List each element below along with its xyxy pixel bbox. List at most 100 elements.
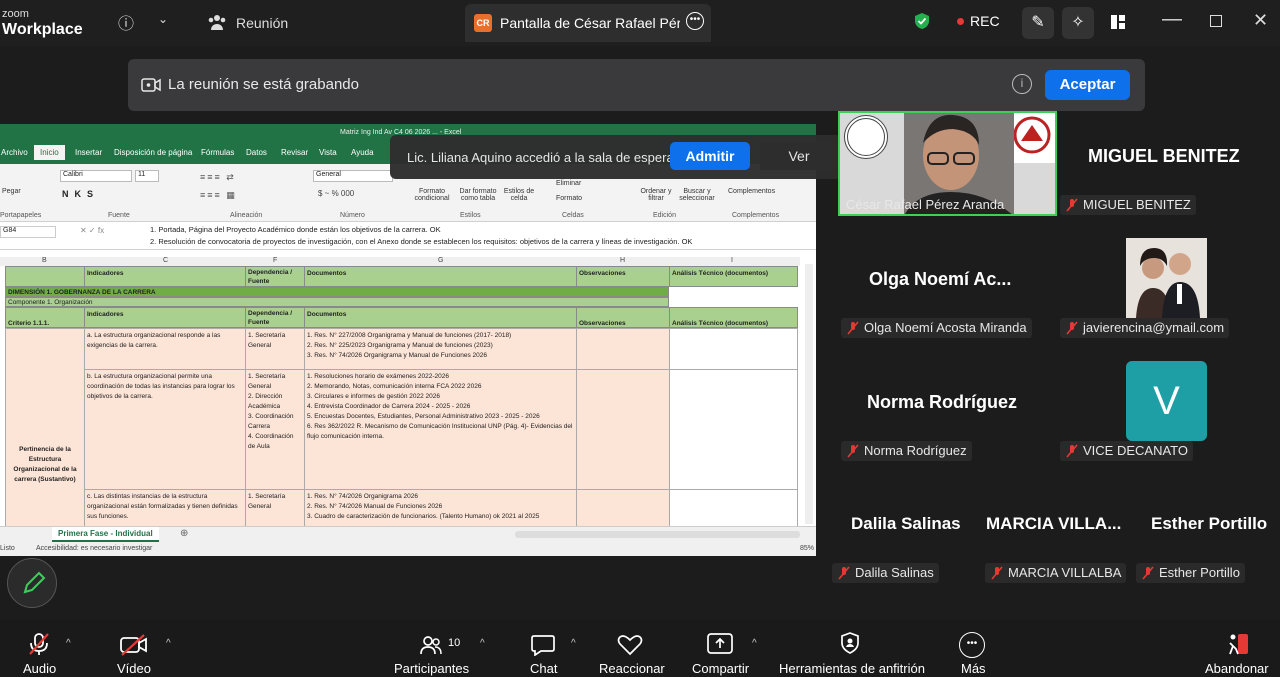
more-label[interactable]: Más — [961, 661, 986, 676]
header-analisis[interactable]: Análisis Técnico (documentos) — [669, 266, 798, 287]
col-i[interactable]: I — [731, 257, 733, 264]
number-icons[interactable]: $ ~ % 000 — [318, 189, 354, 198]
info-icon[interactable]: ⓘ — [118, 10, 134, 34]
dependencia-c[interactable]: 1. Secretaría General — [245, 489, 305, 529]
indicator-c[interactable]: c. Las distintas instancias de la estruc… — [84, 489, 246, 529]
menu-formulas[interactable]: Fórmulas — [201, 148, 234, 157]
participants-icon[interactable] — [420, 634, 442, 661]
menu-ayuda[interactable]: Ayuda — [351, 148, 374, 157]
mic-muted-icon[interactable] — [28, 632, 50, 661]
host-tools-label[interactable]: Herramientas de anfitrión — [779, 661, 925, 676]
font-style-icons[interactable]: NKS — [62, 189, 99, 199]
docs-b[interactable]: 1. Resoluciones horario de exámenes 2022… — [304, 369, 577, 490]
horizontal-scrollbar[interactable] — [515, 531, 800, 538]
docs-a[interactable]: 1. Res. N° 227/2008 Organigrama y Manual… — [304, 328, 577, 370]
chevron-up-icon[interactable]: ^ — [480, 638, 485, 649]
header2-indicadores[interactable]: Indicadores — [84, 307, 246, 328]
formula-line-1[interactable]: 1. Portada, Página del Proyecto Académic… — [150, 225, 441, 234]
cell-styles-button[interactable]: Estilos de celda — [502, 188, 536, 202]
col-f[interactable]: F — [273, 257, 277, 264]
more-icon[interactable]: ••• — [959, 632, 985, 658]
chevron-up-icon[interactable]: ^ — [66, 638, 71, 649]
align-icons[interactable]: ≡≡≡ ⇄ — [200, 172, 236, 183]
view-layout-icon[interactable] — [1110, 14, 1126, 35]
conditional-format-button[interactable]: Formato condicional — [412, 188, 452, 202]
tab-meeting[interactable]: Reunión — [236, 15, 288, 31]
participants-label[interactable]: Participantes — [394, 661, 469, 676]
indicator-b[interactable]: b. La estructura organizacional permite … — [84, 369, 246, 490]
col-b[interactable]: B — [42, 257, 47, 264]
componente-row[interactable]: Componente 1. Organización — [5, 297, 669, 307]
format-button[interactable]: Formato — [556, 195, 582, 202]
formula-line-2[interactable]: 2. Resolución de convocatoria de proyect… — [150, 237, 692, 246]
analisis-b[interactable] — [669, 369, 798, 490]
dependencia-b[interactable]: 1. Secretaría General 2. Dirección Acadé… — [245, 369, 305, 490]
annotate-icon[interactable]: ✎ — [1022, 7, 1054, 39]
header-indicadores[interactable]: Indicadores — [84, 266, 246, 287]
paste-button[interactable]: Pegar — [2, 188, 21, 195]
dependencia-a[interactable]: 1. Secretaría General — [245, 328, 305, 370]
fx-icon[interactable]: ✕ ✓ fx — [80, 226, 104, 235]
chat-label[interactable]: Chat — [530, 661, 557, 676]
name-box[interactable]: G84 — [0, 226, 56, 238]
shield-icon[interactable] — [914, 12, 930, 35]
col-g[interactable]: G — [438, 257, 443, 264]
share-label[interactable]: Compartir — [692, 661, 749, 676]
view-button[interactable]: Ver — [760, 142, 838, 170]
header2-analisis[interactable]: Análisis Técnico (documentos) — [669, 307, 798, 328]
admit-button[interactable]: Admitir — [670, 142, 750, 170]
zoom-level[interactable]: 85% — [800, 545, 814, 552]
restore-icon[interactable] — [1210, 15, 1222, 27]
sheet-tab[interactable]: Primera Fase - Individual — [52, 527, 159, 542]
align-icons-2[interactable]: ≡≡≡ ▦ — [200, 190, 237, 201]
header-documentos[interactable]: Documentos — [304, 266, 577, 287]
camera-off-icon[interactable] — [120, 634, 148, 661]
docs-c[interactable]: 1. Res. N° 74/2026 Organigrama 2026 2. R… — [304, 489, 577, 529]
vertical-scrollbar[interactable] — [805, 264, 813, 524]
leave-icon[interactable] — [1226, 632, 1250, 661]
annotation-pencil-button[interactable] — [7, 558, 57, 608]
indicator-a[interactable]: a. La estructura organizacional responde… — [84, 328, 246, 370]
share-screen-icon[interactable] — [707, 633, 733, 660]
more-options-icon[interactable]: ••• — [686, 12, 704, 30]
header2-dependencia[interactable]: Dependencia / Fuente — [245, 307, 305, 328]
dimension-row[interactable]: DIMENSIÓN 1. GOBERNANZA DE LA CARRERA — [5, 287, 669, 297]
obs-a[interactable] — [576, 328, 670, 370]
header2-observaciones[interactable]: Observaciones — [576, 307, 670, 328]
chat-icon[interactable] — [531, 634, 555, 661]
pertinencia-cell[interactable]: Pertinencia de la Estructura Organizacio… — [5, 328, 85, 528]
close-icon[interactable]: ✕ — [1253, 10, 1268, 31]
obs-b[interactable] — [576, 369, 670, 490]
number-format-select[interactable]: General — [313, 170, 393, 182]
addins-button[interactable]: Complementos — [728, 188, 775, 195]
menu-insertar[interactable]: Insertar — [75, 148, 102, 157]
menu-disposicion[interactable]: Disposición de página — [114, 148, 192, 157]
header-observaciones[interactable]: Observaciones — [576, 266, 670, 287]
host-shield-icon[interactable] — [840, 632, 860, 659]
font-name-select[interactable]: Calibri — [60, 170, 132, 182]
minimize-icon[interactable]: — — [1162, 8, 1182, 31]
accept-button[interactable]: Aceptar — [1045, 70, 1130, 100]
chevron-up-icon[interactable]: ^ — [166, 638, 171, 649]
heart-react-icon[interactable] — [617, 634, 643, 661]
delete-button[interactable]: Eliminar — [556, 180, 581, 187]
header-cell-blank[interactable] — [5, 266, 85, 287]
ai-companion-icon[interactable]: ✧ — [1062, 7, 1094, 39]
obs-c[interactable] — [576, 489, 670, 529]
chevron-up-icon[interactable]: ^ — [571, 638, 576, 649]
find-select-button[interactable]: Buscar y seleccionar — [674, 188, 720, 202]
analisis-a[interactable] — [669, 328, 798, 370]
menu-vista[interactable]: Vista — [319, 148, 337, 157]
video-label[interactable]: Vídeo — [117, 661, 151, 676]
font-size-select[interactable]: 11 — [135, 170, 159, 182]
analisis-c[interactable] — [669, 489, 798, 529]
chevron-up-icon[interactable]: ^ — [752, 638, 757, 649]
criterio-cell[interactable]: Criterio 1.1.1. — [5, 307, 85, 328]
menu-archivo[interactable]: Archivo — [1, 148, 28, 157]
rec-label[interactable]: REC — [970, 13, 1000, 29]
sort-filter-button[interactable]: Ordenar y filtrar — [638, 188, 674, 202]
leave-label[interactable]: Abandonar — [1205, 661, 1269, 676]
header-dependencia[interactable]: Dependencia / Fuente — [245, 266, 305, 287]
status-accessibility[interactable]: Accesibilidad: es necesario investigar — [36, 545, 152, 552]
format-table-button[interactable]: Dar formato como tabla — [456, 188, 500, 202]
